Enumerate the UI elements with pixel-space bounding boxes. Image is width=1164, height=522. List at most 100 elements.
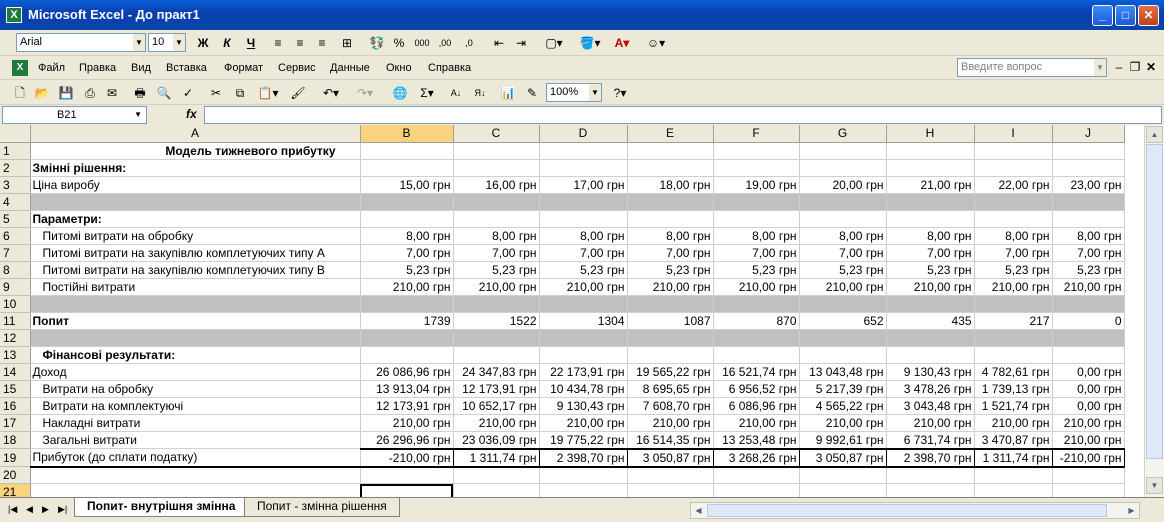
cell-value[interactable]: 210,00 грн: [453, 414, 540, 432]
cell-value[interactable]: 7,00 грн: [360, 244, 454, 262]
column-header-d[interactable]: D: [539, 125, 628, 143]
maximize-button[interactable]: □: [1115, 5, 1136, 26]
cell-value[interactable]: [539, 159, 628, 177]
cell-value[interactable]: 6 956,52 грн: [713, 380, 800, 398]
cell-value[interactable]: 13 043,48 грн: [799, 363, 887, 381]
row-header[interactable]: 13: [0, 346, 31, 364]
last-sheet-icon[interactable]: ▶|: [58, 504, 67, 515]
cell-value[interactable]: [627, 483, 714, 497]
open-icon[interactable]: 📂: [34, 84, 50, 102]
cell-value[interactable]: [799, 210, 887, 228]
active-cell-b21[interactable]: [360, 484, 453, 497]
save-icon[interactable]: 💾: [58, 84, 74, 102]
chevron-down-icon[interactable]: ▼: [173, 34, 185, 51]
row-header[interactable]: 17: [0, 414, 31, 432]
decrease-indent-icon[interactable]: ⇤: [490, 34, 508, 52]
cell-value[interactable]: 2 398,70 грн: [538, 447, 628, 468]
cell-value[interactable]: 16,00 грн: [453, 176, 540, 194]
fill-color-icon[interactable]: 🪣▾: [576, 34, 604, 52]
next-sheet-icon[interactable]: ▶: [42, 504, 49, 515]
cell-value[interactable]: [360, 159, 454, 177]
cell-value[interactable]: 1 311,74 грн: [452, 447, 540, 468]
cell-value[interactable]: [713, 210, 800, 228]
cell-value[interactable]: [453, 142, 540, 160]
cell-value[interactable]: 5,23 грн: [539, 261, 628, 279]
cell-value[interactable]: 8,00 грн: [453, 227, 540, 245]
cell-value[interactable]: 217: [974, 312, 1053, 330]
copy-icon[interactable]: ⧉: [232, 84, 248, 102]
cell-value[interactable]: [713, 466, 800, 484]
cell-value[interactable]: [713, 346, 800, 364]
cell-value[interactable]: 5,23 грн: [713, 261, 800, 279]
cell-value[interactable]: [360, 193, 454, 211]
cell-value[interactable]: 5,23 грн: [627, 261, 714, 279]
row-header[interactable]: 19: [0, 448, 31, 467]
cell-a[interactable]: Попит: [30, 312, 361, 330]
cell-value[interactable]: 210,00 грн: [627, 414, 714, 432]
chart-wizard-icon[interactable]: 📊: [500, 84, 516, 102]
undo-icon[interactable]: ↶▾: [318, 84, 344, 102]
print-preview-icon[interactable]: 🔍: [156, 84, 172, 102]
cell-value[interactable]: [799, 346, 887, 364]
cell-value[interactable]: [1052, 210, 1125, 228]
doc-close-button[interactable]: ✕: [1144, 58, 1158, 76]
row-header[interactable]: 12: [0, 329, 31, 347]
cell-value[interactable]: 210,00 грн: [1052, 278, 1125, 296]
cell-value[interactable]: 210,00 грн: [627, 278, 714, 296]
cell-value[interactable]: 1 311,74 грн: [973, 447, 1053, 468]
cell-a[interactable]: Накладні витрати: [30, 414, 361, 432]
cell-value[interactable]: 5,23 грн: [799, 261, 887, 279]
cell-value[interactable]: 10 434,78 грн: [539, 380, 628, 398]
cell-value[interactable]: [453, 329, 540, 347]
cell-value[interactable]: 20,00 грн: [799, 176, 887, 194]
cell-a[interactable]: [30, 329, 361, 347]
cell-value[interactable]: [627, 329, 714, 347]
cell-value[interactable]: [1052, 295, 1125, 313]
font-color-icon[interactable]: A▾: [608, 34, 636, 52]
column-header-b[interactable]: B: [360, 125, 454, 143]
cut-icon[interactable]: ✂: [208, 84, 224, 102]
cell-value[interactable]: [539, 329, 628, 347]
cell-value[interactable]: 210,00 грн: [799, 414, 887, 432]
cell-value[interactable]: [799, 142, 887, 160]
cell-value[interactable]: [713, 142, 800, 160]
cell-value[interactable]: [360, 346, 454, 364]
cell-value[interactable]: [974, 193, 1053, 211]
cell-value[interactable]: 5,23 грн: [1052, 261, 1125, 279]
row-header[interactable]: 20: [0, 466, 31, 484]
chevron-down-icon[interactable]: ▼: [133, 34, 145, 51]
cell-value[interactable]: [886, 329, 975, 347]
vertical-scrollbar[interactable]: ▲ ▼: [1144, 125, 1164, 497]
cell-value[interactable]: [453, 210, 540, 228]
cell-value[interactable]: [627, 210, 714, 228]
cell-value[interactable]: 26 086,96 грн: [360, 363, 454, 381]
cell-value[interactable]: 8 695,65 грн: [627, 380, 714, 398]
cell-value[interactable]: 18,00 грн: [627, 176, 714, 194]
cell-value[interactable]: 21,00 грн: [886, 176, 975, 194]
cell-value[interactable]: 6 086,96 грн: [713, 397, 800, 415]
cell-value[interactable]: [453, 466, 540, 484]
scroll-down-icon[interactable]: ▼: [1146, 477, 1163, 494]
cell-value[interactable]: 0,00 грн: [1052, 380, 1125, 398]
cell-value[interactable]: 12 173,91 грн: [360, 397, 454, 415]
cell-value[interactable]: 13 913,04 грн: [360, 380, 454, 398]
cell-value[interactable]: [627, 346, 714, 364]
sort-descending-icon[interactable]: Я↓: [472, 84, 488, 102]
scroll-up-icon[interactable]: ▲: [1146, 126, 1163, 143]
cell-a[interactable]: Питомі витрати на обробку: [30, 227, 361, 245]
menu-file[interactable]: Файл: [38, 62, 65, 74]
cell-value[interactable]: 210,00 грн: [1052, 430, 1125, 449]
cell-value[interactable]: [627, 466, 714, 484]
row-header[interactable]: 21: [0, 483, 31, 497]
cell-value[interactable]: [539, 483, 628, 497]
cell-value[interactable]: 210,00 грн: [713, 278, 800, 296]
cell-value[interactable]: [974, 466, 1053, 484]
cell-value[interactable]: [539, 210, 628, 228]
cell-value[interactable]: 9 130,43 грн: [539, 397, 628, 415]
sheet-tab-internal[interactable]: Попит- внутрішня змінна: [74, 498, 249, 517]
cell-value[interactable]: 7,00 грн: [799, 244, 887, 262]
italic-button[interactable]: К: [220, 34, 234, 52]
bold-button[interactable]: Ж: [196, 34, 210, 52]
row-header[interactable]: 9: [0, 278, 31, 296]
spreadsheet-grid[interactable]: A B C D E F G H I J 1 Модель тижневого прибутку 2 Змі…: [0, 125, 1144, 497]
